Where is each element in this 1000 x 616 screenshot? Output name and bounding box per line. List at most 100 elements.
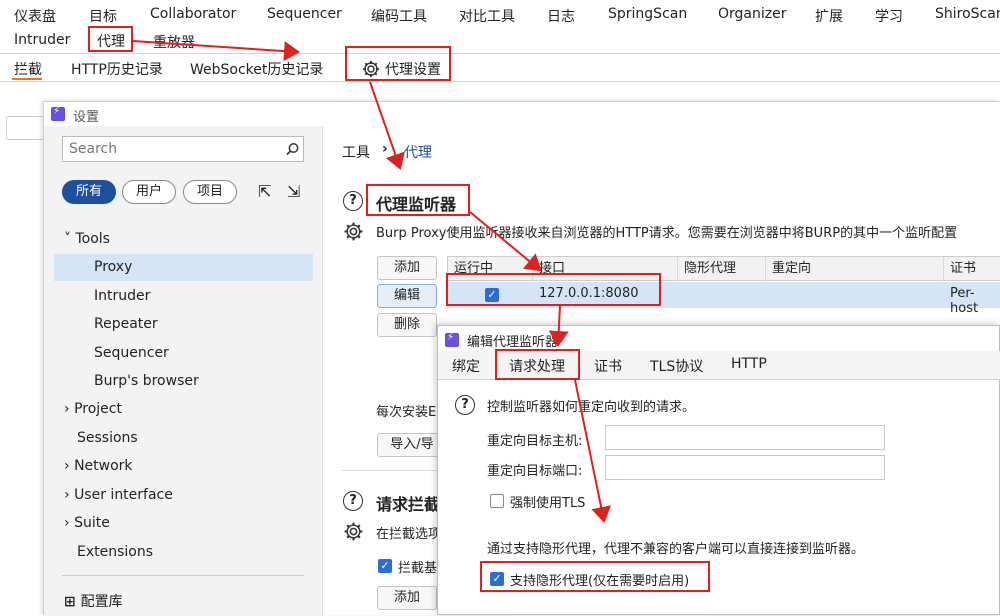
tab-certificate[interactable]: 证书 — [594, 356, 622, 376]
help-icon[interactable]: ? — [455, 395, 475, 415]
tab-http-history[interactable]: HTTP历史记录 — [71, 59, 163, 79]
invisible-proxy-label: 支持隐形代理(仅在需要时启用) — [510, 574, 690, 589]
col-running[interactable]: 运行中 — [448, 257, 533, 281]
invisible-proxy-checkbox[interactable]: ✓ — [490, 572, 504, 586]
menu-learn[interactable]: 学习 — [875, 6, 903, 26]
running-checkbox[interactable]: ✓ — [485, 288, 499, 302]
settings-sidebar: Search 所有 用户 项目 ⇱ ⇲ ˅ Tools Proxy Intrud… — [44, 126, 323, 616]
tab-websocket-history[interactable]: WebSocket历史记录 — [190, 59, 323, 79]
intercept-checkbox[interactable]: ✓ — [378, 559, 392, 573]
gear-icon[interactable] — [343, 521, 364, 542]
tree-repeater[interactable]: Repeater — [94, 316, 158, 332]
search-icon — [286, 143, 299, 156]
tree-suite[interactable]: › Suite — [64, 515, 110, 531]
menu-extensions[interactable]: 扩展 — [815, 6, 843, 26]
breadcrumb-proxy[interactable]: 代理 — [404, 142, 432, 162]
menu-springscan[interactable]: SpringScan — [608, 6, 687, 22]
chevron-down-icon: ˅ — [64, 231, 76, 247]
top-menu-bar: 仪表盘 目标 Collaborator Sequencer 编码工具 对比工具 … — [0, 0, 1000, 54]
col-interface[interactable]: 接口 — [533, 257, 678, 281]
tree-proxy-selected[interactable] — [54, 254, 313, 281]
redirect-host-input[interactable] — [605, 425, 885, 450]
bolt-icon: ⚡ — [53, 106, 61, 117]
tree-sequencer[interactable]: Sequencer — [94, 345, 169, 361]
intercept-checkbox-label: 拦截基 — [398, 561, 438, 576]
menu-decoder[interactable]: 编码工具 — [371, 6, 427, 26]
config-library-link[interactable]: ⊞ 配置库 — [64, 591, 123, 611]
gear-icon[interactable] — [343, 221, 364, 242]
redirect-port-input[interactable] — [605, 455, 885, 480]
redirect-host-label: 重定向目标主机: — [487, 434, 583, 449]
background-field — [6, 116, 44, 140]
remove-button[interactable]: 删除 — [377, 313, 437, 337]
gear-icon[interactable] — [361, 59, 381, 83]
help-icon[interactable]: ? — [343, 191, 363, 211]
table-row[interactable]: ✓ 127.0.0.1:8080 Per-host — [448, 282, 1000, 316]
install-text: 每次安装E — [376, 405, 437, 420]
menu-dashboard[interactable]: 仪表盘 — [14, 6, 56, 26]
filter-project[interactable]: 项目 — [183, 180, 237, 204]
bolt-icon: ⚡ — [447, 332, 455, 343]
library-icon: ⊞ — [64, 594, 81, 610]
expand-all-icon[interactable]: ⇱ — [258, 182, 271, 201]
search-input[interactable]: Search — [62, 136, 304, 162]
add-rule-button[interactable]: 添加 — [377, 586, 437, 610]
settings-title: 设置 — [73, 110, 100, 125]
tree-tools[interactable]: ˅ Tools — [64, 231, 110, 247]
help-icon[interactable]: ? — [343, 491, 363, 511]
tree-intruder[interactable]: Intruder — [94, 288, 150, 304]
chevron-right-icon: › — [64, 515, 75, 531]
interface-cell: 127.0.0.1:8080 — [539, 286, 639, 301]
menu-sequencer[interactable]: Sequencer — [267, 6, 342, 22]
divider — [62, 575, 304, 576]
menu-proxy[interactable]: 代理 — [97, 31, 125, 51]
menu-comparer[interactable]: 对比工具 — [459, 6, 515, 26]
chevron-right-icon: › — [64, 401, 75, 417]
active-tab-underline — [501, 378, 575, 380]
collapse-all-icon[interactable]: ⇲ — [287, 182, 300, 201]
dialog-title: 编辑代理监听器 — [467, 335, 559, 350]
invisible-proxy-description: 通过支持隐形代理，代理不兼容的客户端可以直接连接到监听器。 — [487, 542, 865, 557]
tab-request-handling[interactable]: 请求处理 — [509, 356, 565, 376]
tree-project[interactable]: › Project — [64, 401, 122, 417]
edit-listener-dialog: ⚡ 编辑代理监听器 绑定 请求处理 证书 TLS协议 HTTP ? 控制监听器如… — [437, 325, 1000, 615]
tab-intercept[interactable]: 拦截 — [14, 59, 42, 79]
section-title-proxy-listeners: 代理监听器 — [376, 195, 457, 214]
active-tab-underline — [12, 78, 42, 80]
add-button[interactable]: 添加 — [377, 256, 437, 280]
tab-tls-protocols[interactable]: TLS协议 — [650, 356, 703, 376]
tab-http[interactable]: HTTP — [731, 356, 767, 372]
tree-burps-browser[interactable]: Burp's browser — [94, 373, 199, 389]
tree-proxy[interactable]: Proxy — [94, 259, 132, 275]
filter-user[interactable]: 用户 — [122, 180, 176, 204]
tree-extensions[interactable]: Extensions — [77, 544, 153, 560]
filter-all[interactable]: 所有 — [62, 180, 116, 204]
col-cert[interactable]: 证书 — [944, 257, 1000, 281]
redirect-port-label: 重定向目标端口: — [487, 464, 583, 479]
menu-intruder[interactable]: Intruder — [14, 32, 70, 48]
col-redirect[interactable]: 重定向 — [766, 257, 944, 281]
menu-logger[interactable]: 日志 — [547, 6, 575, 26]
menu-target[interactable]: 目标 — [89, 6, 117, 26]
dialog-help-text: 控制监听器如何重定向收到的请求。 — [487, 400, 696, 415]
chevron-right-icon: › — [64, 458, 75, 474]
col-invisible[interactable]: 隐形代理 — [678, 257, 766, 281]
force-tls-label: 强制使用TLS — [510, 496, 586, 511]
tree-user-interface[interactable]: › User interface — [64, 487, 173, 503]
menu-repeater[interactable]: 重放器 — [153, 32, 195, 52]
menu-organizer[interactable]: Organizer — [718, 6, 786, 22]
proxy-subtabs: 拦截 HTTP历史记录 WebSocket历史记录 代理设置 — [0, 54, 1000, 82]
section2-description: 在拦截选项 — [376, 527, 442, 542]
tree-sessions[interactable]: Sessions — [77, 430, 138, 446]
menu-shiroscan[interactable]: ShiroScan — [935, 6, 1000, 22]
menu-collaborator[interactable]: Collaborator — [150, 6, 236, 22]
cert-cell: Per-host — [950, 286, 979, 316]
force-tls-checkbox[interactable] — [490, 494, 504, 508]
tree-network[interactable]: › Network — [64, 458, 133, 474]
tab-proxy-settings[interactable]: 代理设置 — [385, 59, 441, 79]
breadcrumb-tools[interactable]: 工具 — [342, 142, 370, 162]
section-description: Burp Proxy使用监听器接收来自浏览器的HTTP请求。您需要在浏览器中将B… — [376, 226, 958, 241]
edit-button[interactable]: 编辑 — [377, 284, 437, 308]
tab-binding[interactable]: 绑定 — [452, 356, 480, 376]
chevron-right-icon: › — [64, 487, 75, 503]
